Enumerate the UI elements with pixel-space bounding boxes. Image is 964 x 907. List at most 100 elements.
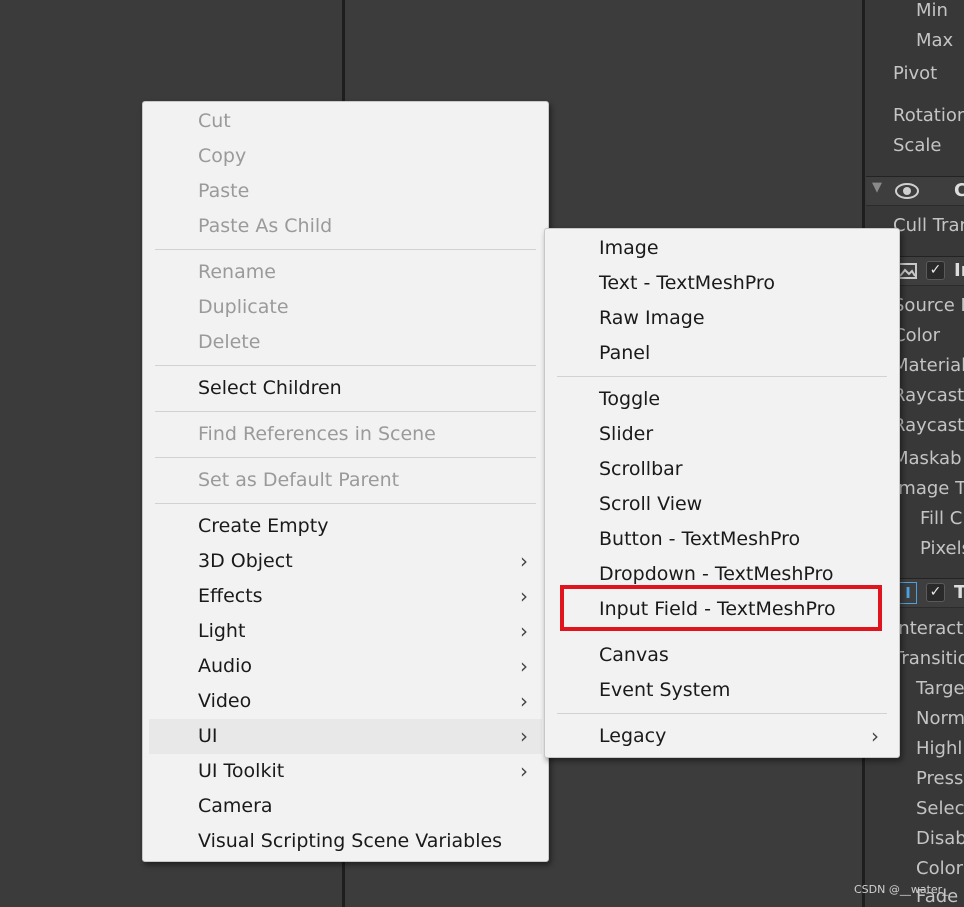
menu-separator: [155, 249, 536, 250]
menu-item-label: Legacy: [599, 725, 667, 747]
inspector-label: Cull Tran: [893, 215, 964, 236]
menu-item-rename[interactable]: Rename: [143, 255, 548, 290]
submenu-item-legacy[interactable]: Legacy ›: [545, 719, 899, 754]
inspector-label: Color: [893, 325, 940, 346]
menu-item-set-default-parent[interactable]: Set as Default Parent: [143, 463, 548, 498]
menu-separator: [155, 457, 536, 458]
menu-item-create-empty[interactable]: Create Empty: [143, 509, 548, 544]
inspector-label: Raycast: [893, 415, 964, 436]
submenu-item-slider[interactable]: Slider: [545, 417, 899, 452]
menu-item-ui[interactable]: UI ›: [149, 719, 542, 754]
menu-item-duplicate[interactable]: Duplicate: [143, 290, 548, 325]
menu-item-label: Image: [599, 237, 659, 259]
component-header-canvas-renderer[interactable]: ▼ C: [866, 176, 964, 206]
menu-separator: [155, 365, 536, 366]
menu-item-label: Button - TextMeshPro: [599, 528, 801, 550]
menu-item-label: Copy: [198, 145, 247, 167]
menu-item-label: Delete: [198, 331, 261, 353]
inspector-label: Rotation: [893, 105, 964, 126]
menu-item-label: Rename: [198, 261, 276, 283]
menu-item-label: UI Toolkit: [198, 760, 285, 782]
submenu-item-image[interactable]: Image: [545, 231, 899, 266]
chevron-right-icon: ›: [871, 724, 879, 748]
menu-item-video[interactable]: Video ›: [143, 684, 548, 719]
watermark: CSDN @__water_: [854, 883, 948, 896]
menu-separator: [155, 503, 536, 504]
enabled-checkbox[interactable]: ✓: [926, 261, 945, 280]
inspector-label: Image T: [893, 478, 964, 499]
inspector-label: Color: [916, 858, 963, 879]
submenu-item-canvas[interactable]: Canvas: [545, 638, 899, 673]
component-title: T: [954, 582, 964, 603]
menu-item-find-references[interactable]: Find References in Scene: [143, 417, 548, 452]
menu-separator: [557, 713, 887, 714]
menu-item-effects[interactable]: Effects ›: [143, 579, 548, 614]
component-title: In: [954, 260, 964, 281]
menu-item-label: Audio: [198, 655, 253, 677]
menu-item-visual-scripting-scene-variables[interactable]: Visual Scripting Scene Variables: [143, 824, 548, 859]
menu-item-label: Find References in Scene: [198, 423, 436, 445]
image-icon: [897, 263, 917, 279]
chevron-right-icon: ›: [520, 619, 528, 643]
inspector-label: Highli: [916, 738, 964, 759]
menu-item-label: Slider: [599, 423, 654, 445]
menu-item-label: Camera: [198, 795, 273, 817]
menu-item-label: Scrollbar: [599, 458, 683, 480]
menu-item-select-children[interactable]: Select Children: [143, 371, 548, 406]
component-title: C: [954, 180, 964, 201]
inspector-label: Disab: [916, 828, 964, 849]
menu-item-delete[interactable]: Delete: [143, 325, 548, 360]
text-cursor-icon: I: [899, 582, 917, 604]
submenu-item-panel[interactable]: Panel: [545, 336, 899, 371]
menu-item-label: UI: [198, 725, 218, 747]
menu-item-3d-object[interactable]: 3D Object ›: [143, 544, 548, 579]
submenu-item-button-textmeshpro[interactable]: Button - TextMeshPro: [545, 522, 899, 557]
chevron-right-icon: ›: [520, 584, 528, 608]
submenu-item-toggle[interactable]: Toggle: [545, 382, 899, 417]
submenu-item-scrollbar[interactable]: Scrollbar: [545, 452, 899, 487]
submenu-item-raw-image[interactable]: Raw Image: [545, 301, 899, 336]
menu-item-camera[interactable]: Camera: [143, 789, 548, 824]
menu-item-label: Text - TextMeshPro: [599, 272, 775, 294]
inspector-label: Pixels: [920, 538, 964, 559]
inspector-label: Transitio: [893, 648, 964, 669]
menu-item-label: Cut: [198, 110, 231, 132]
inspector-label: Pivot: [893, 63, 938, 84]
menu-item-label: Set as Default Parent: [198, 469, 400, 491]
menu-item-label: Video: [198, 690, 252, 712]
menu-item-audio[interactable]: Audio ›: [143, 649, 548, 684]
menu-item-label: Create Empty: [198, 515, 329, 537]
submenu-item-event-system[interactable]: Event System: [545, 673, 899, 708]
inspector-label: Raycast: [893, 385, 964, 406]
foldout-arrow-icon[interactable]: ▼: [872, 180, 882, 195]
inspector-label: Norma: [916, 708, 964, 729]
menu-item-paste-as-child[interactable]: Paste As Child: [143, 209, 548, 244]
submenu-item-scroll-view[interactable]: Scroll View: [545, 487, 899, 522]
inspector-label: Material: [893, 355, 964, 376]
menu-item-paste[interactable]: Paste: [143, 174, 548, 209]
menu-item-label: Panel: [599, 342, 651, 364]
inspector-label: Max: [916, 30, 954, 51]
chevron-right-icon: ›: [520, 549, 528, 573]
menu-item-label: Select Children: [198, 377, 342, 399]
enabled-checkbox[interactable]: ✓: [926, 583, 945, 602]
menu-item-light[interactable]: Light ›: [143, 614, 548, 649]
menu-separator: [155, 411, 536, 412]
inspector-label: Selec: [916, 798, 964, 819]
ui-submenu: Image Text - TextMeshPro Raw Image Panel…: [544, 228, 900, 758]
chevron-right-icon: ›: [520, 724, 528, 748]
menu-item-cut[interactable]: Cut: [143, 104, 548, 139]
inspector-label: Press: [916, 768, 964, 789]
menu-item-label: 3D Object: [198, 550, 293, 572]
menu-item-label: Paste: [198, 180, 250, 202]
menu-item-label: Toggle: [599, 388, 661, 410]
menu-item-label: Light: [198, 620, 246, 642]
chevron-right-icon: ›: [520, 759, 528, 783]
annotation-highlight-box: [560, 585, 882, 631]
menu-item-ui-toolkit[interactable]: UI Toolkit ›: [143, 754, 548, 789]
inspector-label: Maskab: [893, 448, 962, 469]
menu-item-label: Effects: [198, 585, 263, 607]
menu-item-label: Visual Scripting Scene Variables: [198, 830, 503, 852]
menu-item-copy[interactable]: Copy: [143, 139, 548, 174]
submenu-item-text-textmeshpro[interactable]: Text - TextMeshPro: [545, 266, 899, 301]
